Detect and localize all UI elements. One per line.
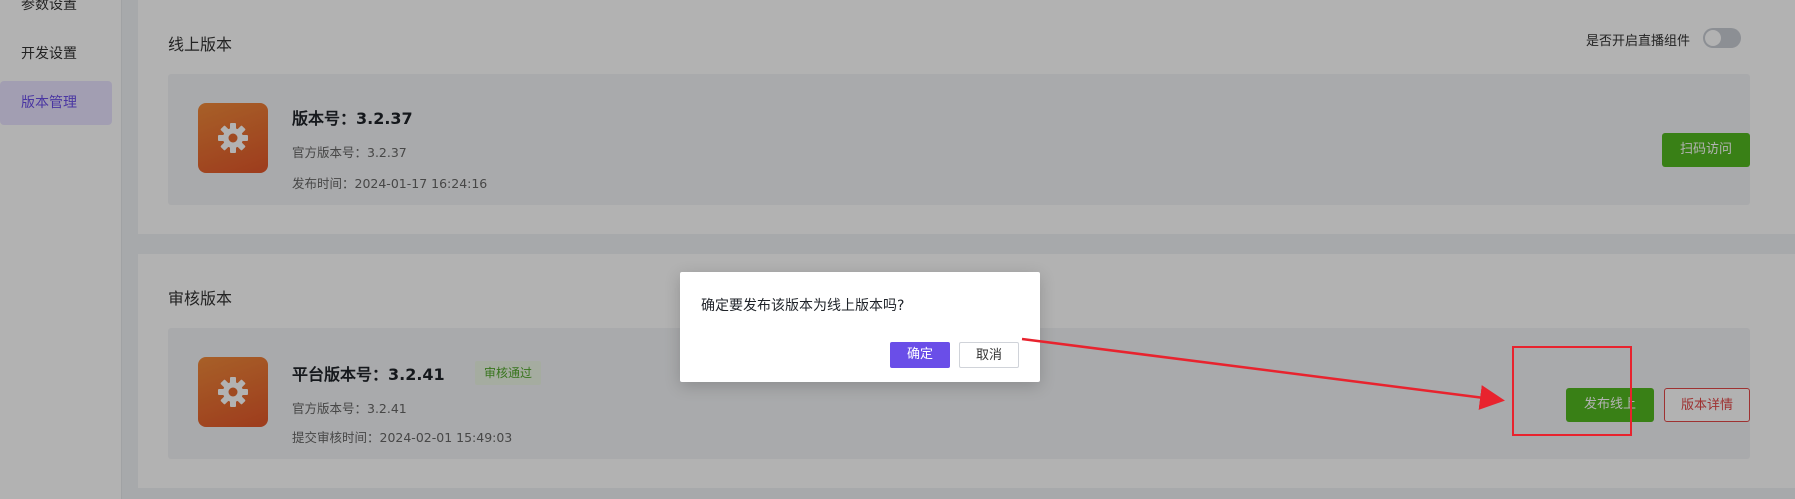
annotation-arrow-icon <box>1021 337 1505 410</box>
